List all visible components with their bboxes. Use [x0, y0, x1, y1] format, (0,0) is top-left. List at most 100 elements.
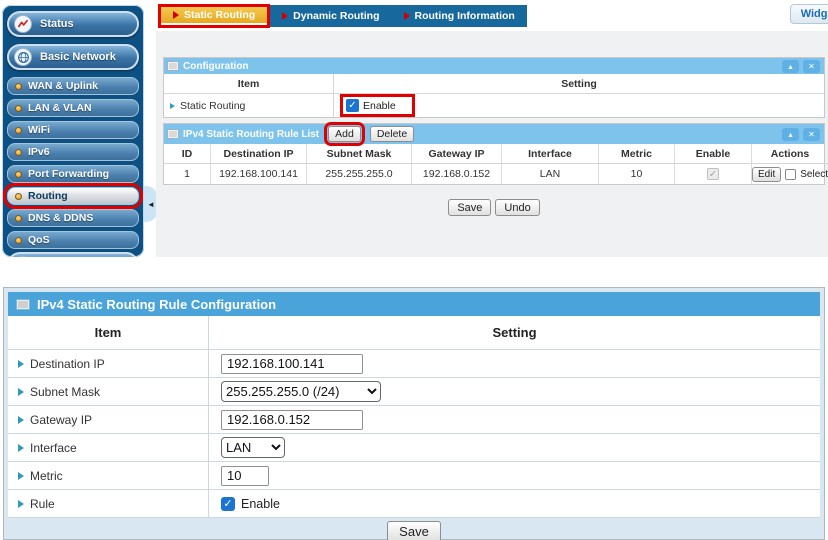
sidebar-item-ipv6[interactable]: IPv6	[7, 143, 139, 161]
cell-enable: ✓	[675, 164, 752, 184]
tab-label: Routing Information	[415, 10, 515, 22]
sidebar-item-basic-network[interactable]: Basic Network	[7, 44, 139, 70]
metric-input[interactable]	[221, 466, 269, 486]
column-header-item: Item	[164, 74, 334, 93]
row-arrow-icon	[18, 416, 24, 424]
window-icon	[168, 130, 178, 138]
delete-button[interactable]: Delete	[370, 126, 414, 142]
row-label: Static Routing	[180, 100, 245, 112]
cell-metric: 10	[599, 164, 675, 184]
static-routing-enable-checkbox[interactable]: ✓	[346, 99, 359, 112]
status-chart-icon	[14, 15, 32, 33]
row-arrow-icon	[18, 388, 24, 396]
dialog-row-rule: Rule ✓ Enable	[8, 490, 820, 518]
tab-label: Dynamic Routing	[293, 10, 379, 22]
rule-list-panel-header: IPv4 Static Routing Rule List Add Delete…	[164, 124, 824, 144]
interface-select[interactable]: LAN	[221, 437, 285, 458]
close-panel-button[interactable]: ✕	[803, 128, 820, 141]
cell-destination-ip: 192.168.100.141	[211, 164, 307, 184]
highlight-annotation: ✓ Enable	[340, 94, 415, 117]
sidebar: Status Basic Network WAN & Uplink LAN & …	[2, 5, 144, 257]
collapse-panel-button[interactable]: ▴	[782, 128, 799, 141]
sidebar-item-lan-vlan[interactable]: LAN & VLAN	[7, 99, 139, 117]
window-icon	[168, 62, 178, 70]
sidebar-item-dns-ddns[interactable]: DNS & DDNS	[7, 209, 139, 227]
tab-dynamic-routing[interactable]: Dynamic Routing	[270, 5, 391, 27]
subnet-mask-select[interactable]: 255.255.255.0 (/24)	[221, 381, 381, 402]
tab-arrow-icon	[173, 11, 179, 19]
dialog-row-destination-ip: Destination IP	[8, 350, 820, 378]
sidebar-item-label: WiFi	[28, 124, 50, 136]
tab-static-routing[interactable]: Static Routing	[161, 7, 267, 25]
bullet-icon	[15, 215, 22, 222]
sidebar-item-object-definition[interactable]: Object Definition	[7, 252, 139, 257]
rule-table: ID Destination IP Subnet Mask Gateway IP…	[164, 144, 824, 184]
column-header-enable: Enable	[675, 144, 752, 164]
main-content: Static Routing Dynamic Routing Routing I…	[156, 0, 828, 257]
column-header-interface: Interface	[502, 144, 599, 164]
gateway-ip-input[interactable]	[221, 410, 363, 430]
bullet-icon	[15, 193, 22, 200]
object-icon	[14, 256, 32, 257]
sidebar-item-routing[interactable]: Routing	[7, 187, 139, 205]
dialog-row-metric: Metric	[8, 462, 820, 490]
column-header-metric: Metric	[599, 144, 675, 164]
configuration-panel-header: Configuration ▴ ✕	[164, 58, 824, 74]
destination-ip-input[interactable]	[221, 354, 363, 374]
column-header-setting: Setting	[334, 74, 824, 93]
sidebar-item-qos[interactable]: QoS	[7, 231, 139, 249]
row-label: Metric	[30, 469, 63, 483]
column-header-subnet-mask: Subnet Mask	[307, 144, 412, 164]
collapse-panel-button[interactable]: ▴	[782, 60, 799, 73]
tab-label: Static Routing	[184, 9, 255, 21]
select-checkbox[interactable]	[785, 169, 796, 180]
rule-enabled-checkbox: ✓	[707, 168, 719, 180]
dialog-footer: Save	[4, 518, 824, 540]
screen: Status Basic Network WAN & Uplink LAN & …	[0, 0, 828, 540]
tab-routing-information[interactable]: Routing Information	[392, 5, 527, 27]
dialog-row-subnet-mask: Subnet Mask 255.255.255.0 (/24)	[8, 378, 820, 406]
rule-enable-checkbox[interactable]: ✓	[221, 497, 235, 511]
sidebar-item-status[interactable]: Status	[7, 11, 139, 37]
globe-icon	[14, 48, 32, 66]
bullet-icon	[15, 105, 22, 112]
save-button[interactable]: Save	[448, 199, 491, 216]
sidebar-item-wifi[interactable]: WiFi	[7, 121, 139, 139]
sidebar-item-label: DNS & DDNS	[28, 212, 93, 224]
sidebar-item-label: QoS	[28, 234, 50, 246]
dialog-row-gateway-ip: Gateway IP	[8, 406, 820, 434]
widget-button[interactable]: Widget	[790, 4, 828, 24]
select-label: Select	[800, 169, 828, 180]
configuration-panel: Configuration ▴ ✕ Item Setting Static Ro…	[163, 57, 825, 118]
close-panel-button[interactable]: ✕	[803, 60, 820, 73]
sidebar-item-label: Port Forwarding	[28, 168, 109, 180]
panel-title: IPv4 Static Routing Rule List	[183, 129, 319, 140]
tab-arrow-icon	[404, 12, 410, 20]
sidebar-item-label: Basic Network	[40, 51, 116, 63]
static-routing-row: Static Routing ✓ Enable	[164, 94, 824, 117]
row-label: Rule	[30, 497, 55, 511]
sidebar-item-port-forwarding[interactable]: Port Forwarding	[7, 165, 139, 183]
window-icon	[17, 300, 29, 309]
row-arrow-icon	[18, 444, 24, 452]
sidebar-item-label: WAN & Uplink	[28, 80, 98, 92]
panel-title: Configuration	[183, 61, 249, 72]
cell-id: 1	[164, 164, 211, 184]
edit-button[interactable]: Edit	[752, 167, 781, 182]
rule-list-panel: IPv4 Static Routing Rule List Add Delete…	[163, 123, 825, 185]
row-label: Interface	[30, 441, 77, 455]
undo-button[interactable]: Undo	[495, 199, 539, 216]
row-arrow-icon	[170, 103, 175, 109]
column-header-actions: Actions	[752, 144, 828, 164]
cell-actions: Edit Select	[752, 164, 828, 184]
dialog-save-button[interactable]: Save	[387, 521, 441, 540]
add-button[interactable]: Add	[328, 126, 361, 142]
dialog-title: IPv4 Static Routing Rule Configuration	[37, 297, 276, 312]
row-arrow-icon	[18, 500, 24, 508]
row-label: Gateway IP	[30, 413, 92, 427]
sidebar-item-wan-uplink[interactable]: WAN & Uplink	[7, 77, 139, 95]
dialog-row-interface: Interface LAN	[8, 434, 820, 462]
row-arrow-icon	[18, 472, 24, 480]
row-label: Subnet Mask	[30, 385, 100, 399]
enable-label: Enable	[241, 497, 280, 511]
